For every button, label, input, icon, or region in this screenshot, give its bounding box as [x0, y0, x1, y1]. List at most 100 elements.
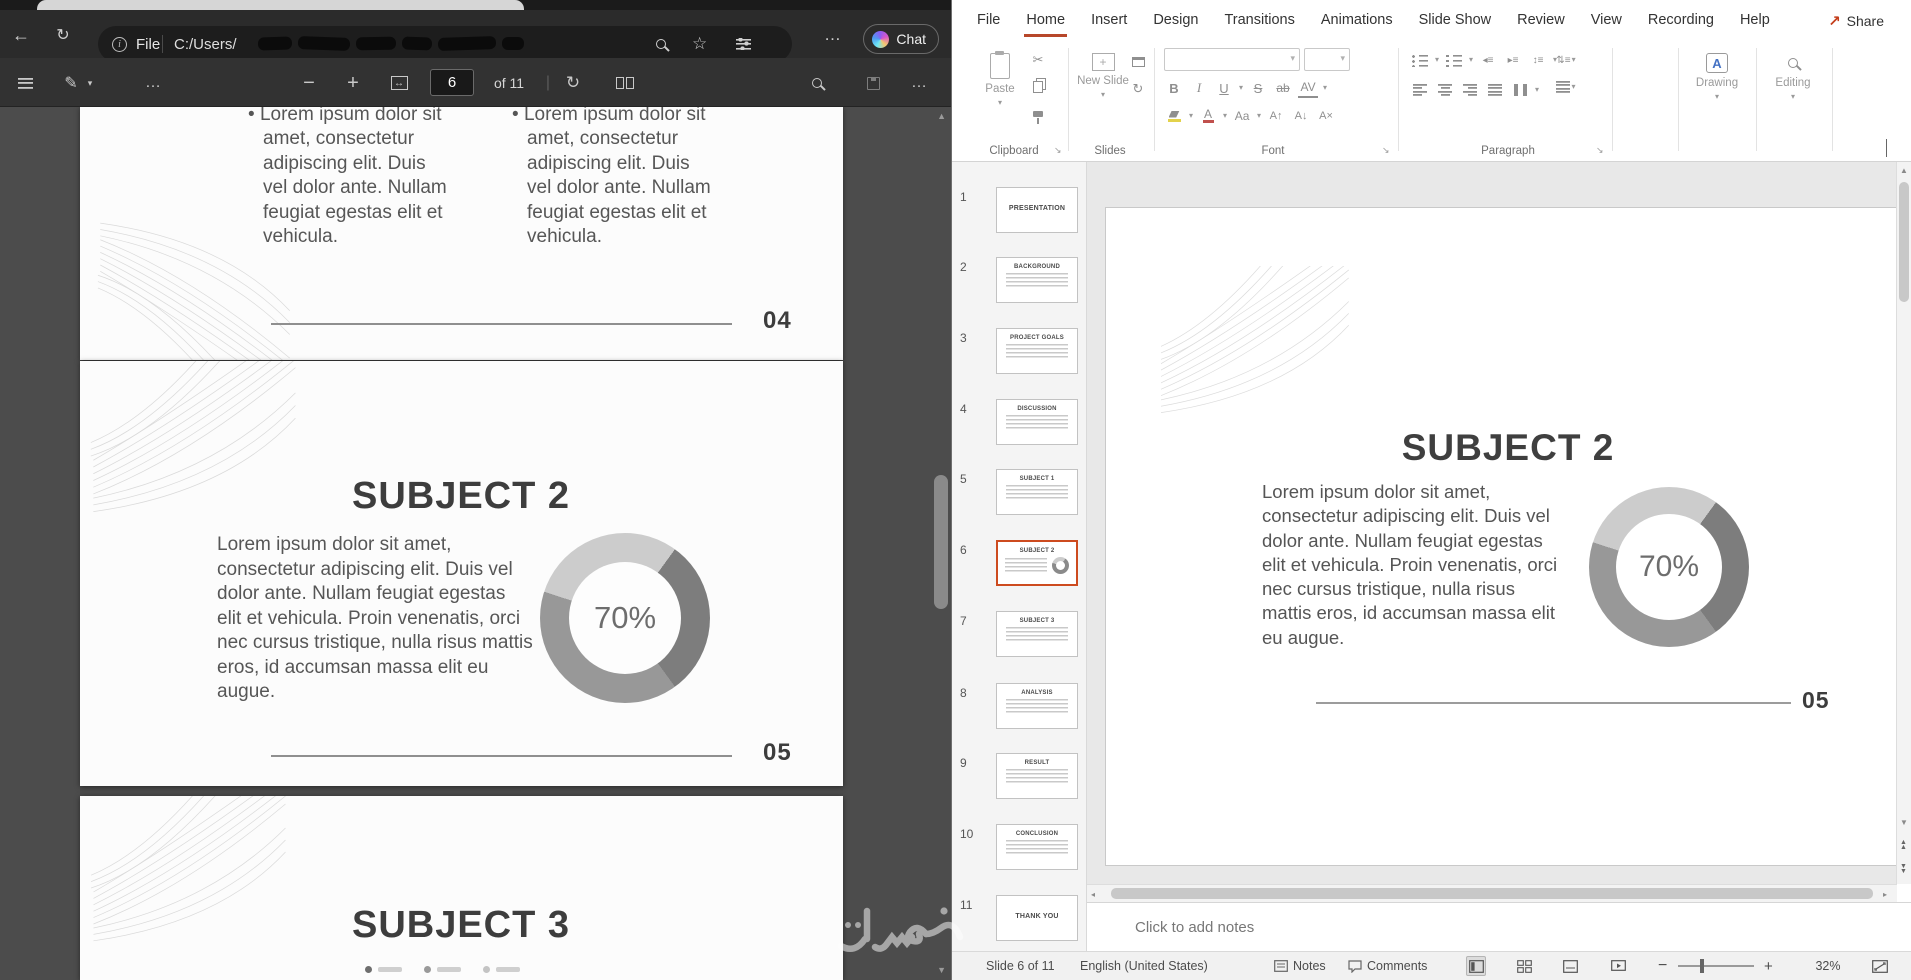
cut-icon[interactable]: ✂	[1028, 50, 1048, 70]
zoom-level[interactable]: 32%	[1802, 952, 1854, 980]
align-right-icon[interactable]	[1460, 80, 1480, 100]
scroll-left-icon[interactable]: ◂	[1091, 890, 1095, 899]
fit-slide-to-window-button[interactable]	[1872, 952, 1888, 980]
browser-menu-icon[interactable]: …	[820, 22, 846, 48]
notes-toggle-button[interactable]: Notes	[1274, 952, 1326, 980]
slide-thumbnail-4[interactable]: 4 DISCUSSION	[952, 399, 1087, 445]
page-number-input[interactable]	[430, 69, 474, 96]
pdf-scrollbar-thumb[interactable]	[934, 475, 948, 609]
slide-thumbnail-2[interactable]: 2 BACKGROUND	[952, 257, 1087, 303]
info-icon[interactable]: i	[112, 26, 127, 62]
slide-thumbnail-7[interactable]: 7 SUBJECT 3	[952, 611, 1087, 657]
case-caret-icon[interactable]: ▾	[1257, 112, 1261, 120]
zoom-in-button[interactable]: +	[1764, 952, 1773, 980]
scrollbar-thumb[interactable]	[1111, 888, 1873, 899]
paste-button[interactable]: Paste ▾	[974, 48, 1026, 140]
tab-recording[interactable]: Recording	[1635, 0, 1727, 40]
text-direction-icon[interactable]: ⇅≡ ▾	[1556, 50, 1576, 70]
slideshow-view-button[interactable]	[1608, 952, 1628, 980]
zoom-out-button[interactable]: −	[1658, 952, 1667, 980]
italic-icon[interactable]: I	[1189, 78, 1209, 98]
decrease-indent-icon[interactable]: ◂≡	[1478, 50, 1498, 70]
scrollbar-thumb[interactable]	[1899, 182, 1909, 302]
reset-slide-icon[interactable]: ↻	[1128, 79, 1148, 99]
normal-view-button[interactable]	[1466, 952, 1486, 980]
scroll-up-icon[interactable]: ▲	[1900, 166, 1908, 175]
zoom-out-icon[interactable]: −	[296, 70, 322, 96]
tools-ellipsis-icon[interactable]: …	[140, 70, 166, 96]
font-dialog-launcher[interactable]: ↘	[1382, 145, 1390, 156]
slide-thumbnail-11[interactable]: 11 THANK YOU	[952, 895, 1087, 941]
tab-animations[interactable]: Animations	[1308, 0, 1406, 40]
draw-pen-icon[interactable]: ✎	[58, 70, 84, 96]
scroll-up-icon[interactable]: ▲	[937, 111, 946, 121]
more-options-icon[interactable]: …	[906, 70, 932, 96]
tab-view[interactable]: View	[1578, 0, 1635, 40]
columns-icon[interactable]	[1510, 80, 1530, 100]
font-name-combobox[interactable]	[1164, 48, 1300, 71]
tab-help[interactable]: Help	[1727, 0, 1783, 40]
language-indicator[interactable]: English (United States)	[1080, 952, 1208, 980]
save-icon[interactable]	[860, 70, 886, 96]
align-text-icon[interactable]: ▾	[1556, 77, 1576, 97]
zoom-indicator-icon[interactable]	[656, 26, 666, 62]
tab-insert[interactable]: Insert	[1078, 0, 1140, 40]
font-size-combobox[interactable]	[1304, 48, 1350, 71]
vertical-scrollbar[interactable]: ▲ ▼ ▲ ▲ ▼ ▼	[1896, 162, 1911, 884]
strikethrough-icon[interactable]: ab	[1273, 78, 1293, 98]
slide-thumbnail-3[interactable]: 3 PROJECT GOALS	[952, 328, 1087, 374]
drawing-button[interactable]: A Drawing ▾	[1688, 48, 1746, 140]
active-tab[interactable]	[37, 0, 524, 10]
slide-thumbnail-5[interactable]: 5 SUBJECT 1	[952, 469, 1087, 515]
slide-canvas[interactable]: SUBJECT 2 Lorem ipsum dolor sit amet, co…	[1105, 207, 1897, 866]
favorite-star-icon[interactable]: ☆	[692, 26, 707, 62]
tab-file[interactable]: File	[964, 0, 1013, 40]
scroll-down-icon[interactable]: ▼	[937, 965, 946, 975]
shrink-font-icon[interactable]: A↓	[1291, 106, 1311, 126]
tab-slide-show[interactable]: Slide Show	[1406, 0, 1505, 40]
clear-formatting-icon[interactable]: A×	[1316, 106, 1336, 126]
slide-thumbnail-9[interactable]: 9 RESULT	[952, 753, 1087, 799]
slide-thumbnail-6-selected[interactable]: 6 SUBJECT 2	[952, 540, 1087, 586]
favorites-tune-icon[interactable]	[736, 26, 751, 62]
editing-button[interactable]: Editing ▾	[1764, 48, 1822, 140]
slide-editor-area[interactable]: SUBJECT 2 Lorem ipsum dolor sit amet, co…	[1087, 162, 1897, 884]
scroll-down-icon[interactable]: ▼	[1900, 818, 1908, 827]
pdf-viewport[interactable]: Lorem ipsum dolor sit amet, consectetur …	[0, 107, 951, 980]
slide-sorter-view-button[interactable]	[1514, 952, 1534, 980]
copilot-chat-button[interactable]: Chat	[863, 24, 939, 54]
underline-caret-icon[interactable]: ▾	[1239, 84, 1243, 92]
share-button[interactable]: ↗ Share	[1820, 7, 1892, 34]
tab-home[interactable]: Home	[1013, 0, 1078, 40]
horizontal-scrollbar[interactable]: ◂ ▸	[1087, 884, 1897, 902]
tab-review[interactable]: Review	[1504, 0, 1578, 40]
font-color-caret-icon[interactable]: ▾	[1223, 112, 1227, 120]
bold-icon[interactable]: B	[1164, 78, 1184, 98]
next-slide-button[interactable]: ▼ ▼	[1900, 863, 1907, 875]
comments-toggle-button[interactable]: Comments	[1348, 952, 1427, 980]
slide-thumbnail-8[interactable]: 8 ANALYSIS	[952, 683, 1087, 729]
toc-icon[interactable]	[12, 70, 38, 96]
notes-pane[interactable]: Click to add notes	[1087, 902, 1911, 951]
grow-font-icon[interactable]: A↑	[1266, 106, 1286, 126]
format-painter-icon[interactable]	[1028, 104, 1048, 124]
collapse-ribbon-icon[interactable]	[1886, 139, 1887, 158]
slide-thumbnail-10[interactable]: 10 CONCLUSION	[952, 824, 1087, 870]
tab-transitions[interactable]: Transitions	[1211, 0, 1307, 40]
refresh-icon[interactable]: ↻	[50, 22, 76, 48]
reading-view-button[interactable]	[1560, 952, 1580, 980]
increase-indent-icon[interactable]: ▸≡	[1503, 50, 1523, 70]
rotate-icon[interactable]: ↻	[560, 70, 586, 96]
spacing-caret-icon[interactable]: ▾	[1323, 84, 1327, 92]
slide-thumbnail-1[interactable]: 1 PRESENTATION	[952, 187, 1087, 233]
copy-icon[interactable]	[1028, 77, 1048, 97]
zoom-in-icon[interactable]: +	[340, 70, 366, 96]
numbering-caret-icon[interactable]: ▾	[1469, 56, 1473, 64]
scroll-right-icon[interactable]: ▸	[1883, 890, 1887, 899]
character-spacing-icon[interactable]: AV	[1298, 78, 1319, 98]
paragraph-dialog-launcher[interactable]: ↘	[1596, 145, 1604, 156]
align-center-icon[interactable]	[1435, 80, 1455, 100]
underline-icon[interactable]: U	[1214, 78, 1234, 98]
bullets-caret-icon[interactable]: ▾	[1435, 56, 1439, 64]
slide-body-text[interactable]: Lorem ipsum dolor sit amet, consectetur …	[1262, 480, 1566, 650]
